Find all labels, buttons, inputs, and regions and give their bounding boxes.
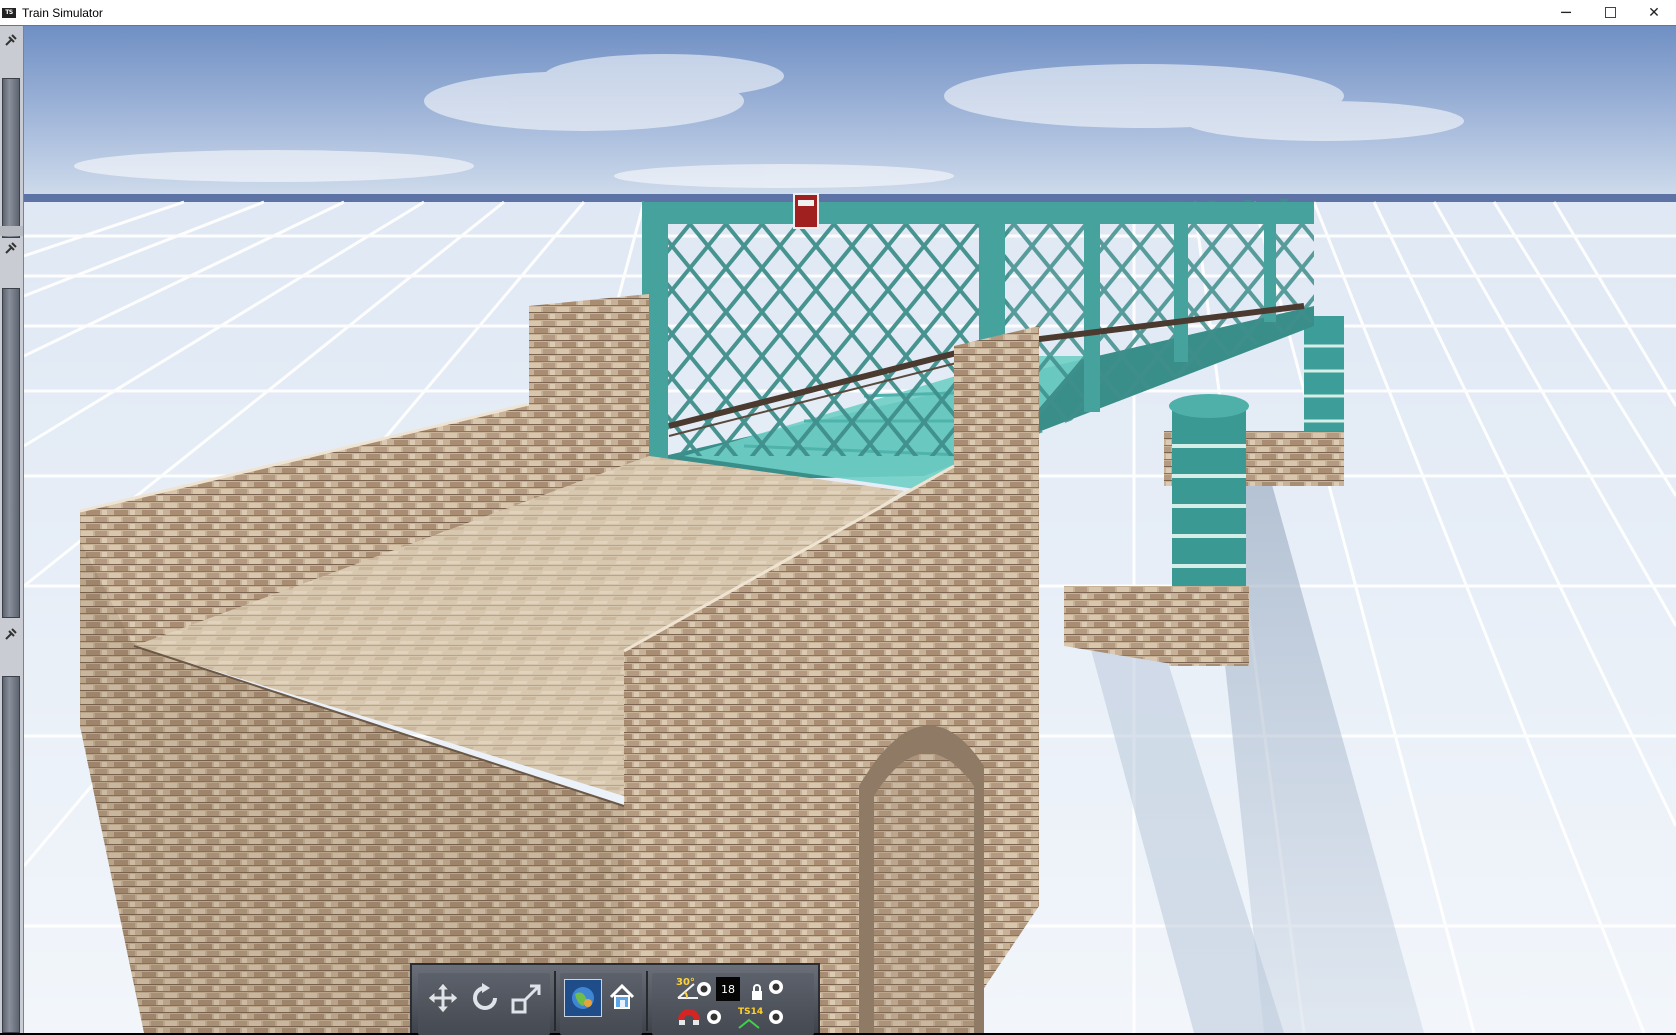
toolbar-separator	[554, 971, 556, 1031]
close-button[interactable]: ✕	[1632, 0, 1676, 25]
sidebar-handle-3[interactable]	[1, 626, 21, 642]
home-icon	[609, 983, 635, 1009]
ts14-label: TS14	[738, 1007, 764, 1017]
title-bar: TS Train Simulator ─ ✕	[0, 0, 1676, 26]
move-icon	[427, 982, 459, 1014]
window-title: Train Simulator	[22, 5, 103, 20]
scene-viewport[interactable]	[24, 26, 1676, 1033]
lock-toggle[interactable]	[766, 977, 786, 997]
magnet-button[interactable]	[676, 1005, 704, 1031]
ts14-button[interactable]	[736, 1017, 764, 1031]
ts14-toggle[interactable]	[766, 1007, 786, 1027]
navigation-group	[560, 973, 642, 1035]
grid-size-value[interactable]: 18	[716, 977, 740, 1001]
rotate-button[interactable]	[466, 979, 504, 1017]
magnet-icon	[678, 1009, 700, 1025]
snap-toggle[interactable]	[694, 979, 714, 999]
world-globe-icon	[572, 987, 594, 1009]
lock-button[interactable]	[748, 981, 766, 1003]
radio-toggle-icon	[769, 980, 783, 994]
lock-icon	[752, 984, 762, 1000]
toolbar-separator	[646, 971, 648, 1031]
sidebar-panel-1[interactable]	[2, 78, 20, 238]
sidebar-handle-1[interactable]	[1, 32, 21, 48]
maximize-icon	[1604, 7, 1616, 18]
minimize-button[interactable]: ─	[1544, 0, 1588, 25]
sidebar-gap	[0, 226, 23, 236]
pin-icon	[5, 628, 17, 640]
home-button[interactable]	[604, 979, 640, 1015]
world-button[interactable]	[564, 979, 602, 1017]
magnet-toggle[interactable]	[704, 1007, 724, 1027]
window-controls: ─ ✕	[1544, 0, 1676, 25]
radio-toggle-icon	[697, 982, 711, 996]
side-tool-strip	[0, 26, 24, 1033]
sidebar-panel-2[interactable]	[2, 288, 20, 618]
move-button[interactable]	[424, 979, 462, 1017]
camera-tools-group	[418, 973, 550, 1035]
sidebar-panel-3[interactable]	[2, 676, 20, 1033]
radio-toggle-icon	[707, 1010, 721, 1024]
rotate-icon	[473, 983, 497, 1010]
ts14-icon	[738, 1018, 760, 1029]
sidebar-handle-2[interactable]	[1, 240, 21, 256]
scale-icon	[511, 984, 541, 1014]
scale-button[interactable]	[508, 979, 546, 1017]
scene-render	[24, 26, 1676, 1033]
pin-icon	[5, 242, 17, 254]
editor-toolbar: 30° 18 TS14	[410, 963, 820, 1035]
radio-toggle-icon	[769, 1010, 783, 1024]
maximize-button[interactable]	[1588, 0, 1632, 25]
pin-icon	[5, 34, 17, 46]
app-icon: TS	[2, 7, 16, 18]
